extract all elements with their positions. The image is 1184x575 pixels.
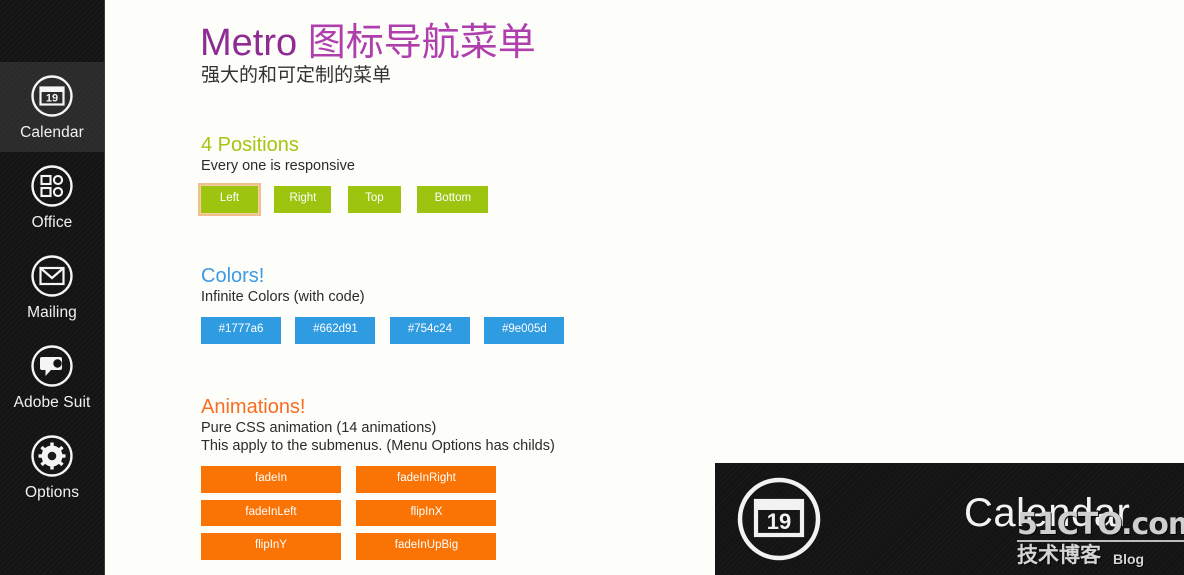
envelope-icon xyxy=(29,253,75,299)
calendar-icon: 19 xyxy=(733,473,825,565)
color-button-3[interactable]: #754c24 xyxy=(389,317,470,344)
sidebar-item-mailing[interactable]: Mailing xyxy=(0,242,104,332)
page-title-cjk: 图标导航菜单 xyxy=(307,22,536,64)
position-button-row: Left Right Top Bottom xyxy=(198,183,500,216)
animation-button-fadeinleft[interactable]: fadeInLeft xyxy=(201,499,341,526)
color-button-2[interactable]: #662d91 xyxy=(295,317,376,344)
sidebar-item-label: Mailing xyxy=(27,304,77,322)
sidebar-item-adobe-suit[interactable]: Adobe Suit xyxy=(0,332,104,422)
section-colors-description: Infinite Colors (with code) xyxy=(201,289,365,305)
section-animations: Animations! Pure CSS animation (14 anima… xyxy=(201,395,569,567)
watermark-51cto: 51CTO.com 技术博客 Blog xyxy=(1017,510,1184,568)
sidebar-item-office[interactable]: Office xyxy=(0,152,104,242)
page-title: Metro 图标导航菜单 xyxy=(200,20,536,66)
svg-text:19: 19 xyxy=(767,509,791,534)
gear-icon xyxy=(29,433,75,479)
animation-button-grid: fadeIn fadeInRight fadeInLeft flipInX fl… xyxy=(201,466,569,567)
section-colors: Colors! Infinite Colors (with code) #177… xyxy=(201,264,574,344)
sidebar: 19 Calendar Office Mailing Adobe Suit Op… xyxy=(0,0,105,575)
watermark-brand-sub: 技术博客 Blog xyxy=(1017,544,1181,568)
sidebar-item-label: Adobe Suit xyxy=(13,394,91,412)
watermark-brand-main: 51CTO.com xyxy=(1017,510,1184,542)
section-colors-heading: Colors! xyxy=(201,265,265,287)
sidebar-item-calendar[interactable]: 19 Calendar xyxy=(0,62,104,152)
sidebar-item-label: Office xyxy=(31,214,73,232)
position-button-bottom[interactable]: Bottom xyxy=(417,186,489,213)
animation-button-fadeinupbig[interactable]: fadeInUpBig xyxy=(356,533,497,560)
section-animations-description-line2: This apply to the submenus. (Menu Option… xyxy=(201,438,555,454)
section-animations-description-line1: Pure CSS animation (14 animations) xyxy=(201,420,437,436)
office-grid-icon xyxy=(29,163,75,209)
section-positions-heading: 4 Positions xyxy=(201,134,299,156)
watermark-brand-cn: 技术博客 xyxy=(1017,544,1101,567)
animation-button-fadein[interactable]: fadeIn xyxy=(201,466,341,493)
speech-bubble-icon xyxy=(29,343,75,389)
svg-text:19: 19 xyxy=(46,93,58,105)
color-button-4[interactable]: #9e005d xyxy=(484,317,565,344)
sidebar-item-options[interactable]: Options xyxy=(0,422,104,512)
position-button-top[interactable]: Top xyxy=(347,186,401,213)
position-button-right[interactable]: Right xyxy=(274,186,332,213)
sidebar-item-label: Options xyxy=(24,484,80,502)
sidebar-item-label: Calendar xyxy=(20,124,84,142)
watermark-brand-blog: Blog xyxy=(1113,551,1145,567)
color-button-row: #1777a6 #662d91 #754c24 #9e005d xyxy=(201,317,574,344)
color-button-1[interactable]: #1777a6 xyxy=(201,317,281,344)
section-animations-heading: Animations! xyxy=(201,396,306,418)
position-button-left[interactable]: Left xyxy=(198,183,261,216)
page-title-latin: Metro xyxy=(200,22,308,64)
section-positions: 4 Positions Every one is responsive Left… xyxy=(198,133,500,216)
section-positions-description: Every one is responsive xyxy=(201,158,355,174)
animation-button-flipiny[interactable]: flipInY xyxy=(201,533,341,560)
animation-button-fadeinright[interactable]: fadeInRight xyxy=(356,466,497,493)
page-subtitle: 强大的和可定制的菜单 xyxy=(201,65,392,86)
calendar-icon: 19 xyxy=(29,73,75,119)
animation-button-flipinx[interactable]: flipInX xyxy=(356,499,497,526)
calendar-overlay-panel: 19 Calendar 51CTO.com 技术博客 Blog xyxy=(715,463,1184,575)
